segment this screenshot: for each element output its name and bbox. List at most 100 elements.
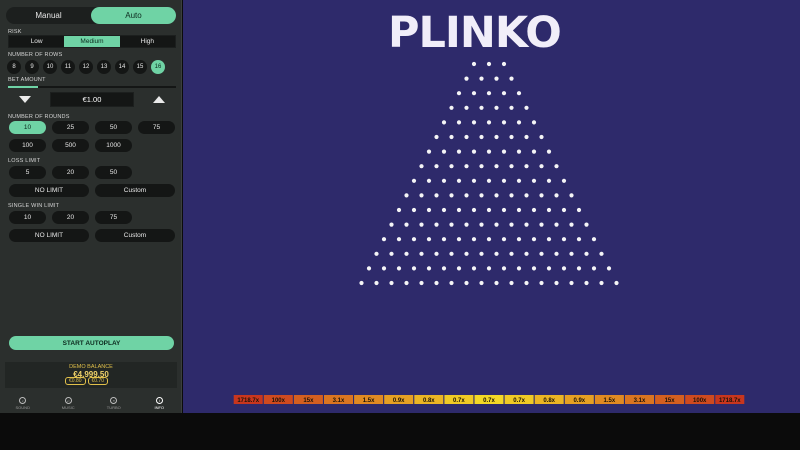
peg <box>434 134 439 140</box>
peg <box>509 222 514 227</box>
plinko-board: 1718.7x 100x 15x 3.1x 1.5x 0.9x 0.8x 0.7x 0.7x 0.… <box>233 61 745 404</box>
multiplier-slot: 0.9x <box>564 395 594 404</box>
multiplier-label: 100x <box>272 398 286 404</box>
peg <box>546 266 552 271</box>
rounds-label: NUMBER OF ROUNDS <box>8 114 70 120</box>
peg <box>411 178 417 183</box>
rounds-option[interactable]: 1000 <box>95 139 132 152</box>
peg <box>456 207 462 213</box>
peg <box>569 222 574 227</box>
settings-sidebar: Manual Auto RISK Low Medium High NUMBER … <box>0 0 182 413</box>
multiplier-slot: 15x <box>293 395 323 404</box>
loss-limit-option[interactable]: 20 <box>52 166 89 179</box>
peg <box>389 222 394 227</box>
peg <box>486 91 492 96</box>
increase-bet-icon[interactable] <box>153 96 165 103</box>
rounds-option-selected[interactable]: 10 <box>9 121 46 134</box>
multiplier-label: 3.1x <box>333 398 345 404</box>
peg <box>561 207 567 213</box>
peg <box>531 120 537 125</box>
multiplier-label: 15x <box>303 398 314 404</box>
footer-toolbar: ♪ SOUND ♫ MUSIC » TURBO i INFO <box>0 393 182 413</box>
loss-no-limit-button[interactable]: NO LIMIT <box>9 184 89 197</box>
bet-amount-field[interactable]: €1.00 <box>50 92 134 107</box>
peg <box>584 251 589 256</box>
peg <box>441 149 447 154</box>
peg <box>614 280 619 286</box>
peg <box>449 134 454 140</box>
loss-limit-option[interactable]: 50 <box>95 166 132 179</box>
rows-option[interactable]: 12 <box>79 60 93 74</box>
peg <box>389 251 394 256</box>
peg <box>464 105 469 110</box>
start-autoplay-button[interactable]: START AUTOPLAY <box>9 336 174 350</box>
rows-option[interactable]: 9 <box>25 60 39 74</box>
peg <box>464 251 469 256</box>
peg <box>456 149 462 154</box>
rounds-option[interactable]: 100 <box>9 139 46 152</box>
peg <box>501 266 507 271</box>
peg <box>494 280 499 286</box>
peg <box>509 76 514 81</box>
risk-high-button[interactable]: High <box>120 36 175 47</box>
multiplier-label: 0.9x <box>573 398 585 404</box>
tab-manual[interactable]: Manual <box>6 7 91 24</box>
peg <box>471 207 477 213</box>
win-no-limit-button[interactable]: NO LIMIT <box>9 229 89 242</box>
peg <box>539 280 544 286</box>
rounds-option[interactable]: 500 <box>52 139 89 152</box>
peg <box>584 222 589 227</box>
turbo-label: TURBO <box>106 404 121 410</box>
rows-option[interactable]: 8 <box>7 60 21 74</box>
multiplier-label: 0.7x <box>453 398 465 404</box>
multiplier-slot: 0.8x <box>534 395 564 404</box>
loss-limit-option[interactable]: 5 <box>9 166 46 179</box>
game-logo: PLINKO <box>388 8 562 58</box>
risk-medium-button[interactable]: Medium <box>64 36 120 47</box>
peg <box>539 222 544 227</box>
sound-button[interactable]: ♪ SOUND <box>0 393 46 413</box>
peg <box>501 178 507 183</box>
peg <box>471 149 477 154</box>
rows-option[interactable]: 15 <box>133 60 147 74</box>
info-button[interactable]: i INFO <box>137 393 183 413</box>
win-limit-option[interactable]: 20 <box>52 211 89 224</box>
music-button[interactable]: ♫ MUSIC <box>46 393 92 413</box>
win-custom-button[interactable]: Custom <box>95 229 175 242</box>
peg <box>501 91 507 96</box>
multiplier-slot: 1.5x <box>354 395 384 404</box>
peg <box>426 237 432 242</box>
bet-slider[interactable] <box>8 86 176 88</box>
rows-option[interactable]: 10 <box>43 60 57 74</box>
music-icon: ♫ <box>64 396 72 404</box>
rows-option-selected[interactable]: 16 <box>151 60 165 74</box>
peg <box>531 237 537 242</box>
rounds-option[interactable]: 75 <box>138 121 175 134</box>
multiplier-label: 15x <box>665 398 676 404</box>
risk-low-button[interactable]: Low <box>9 36 64 47</box>
peg <box>471 237 477 242</box>
rounds-option[interactable]: 50 <box>95 121 132 134</box>
win-limit-option[interactable]: 10 <box>9 211 46 224</box>
decrease-bet-icon[interactable] <box>19 96 31 103</box>
peg <box>516 207 522 213</box>
peg <box>419 251 424 256</box>
tab-auto[interactable]: Auto <box>91 7 176 24</box>
loss-custom-button[interactable]: Custom <box>95 184 175 197</box>
sound-icon: ♪ <box>19 396 27 404</box>
win-limit-option[interactable]: 75 <box>95 211 132 224</box>
rows-label: NUMBER OF ROWS <box>8 52 63 58</box>
peg <box>441 178 447 183</box>
peg <box>366 266 372 271</box>
peg <box>576 237 582 242</box>
rows-option[interactable]: 11 <box>61 60 75 74</box>
rows-selector: 8 9 10 11 12 13 14 15 16 <box>7 60 165 74</box>
rounds-option[interactable]: 25 <box>52 121 89 134</box>
turbo-button[interactable]: » TURBO <box>91 393 137 413</box>
rows-option[interactable]: 14 <box>115 60 129 74</box>
music-label: MUSIC <box>61 404 75 410</box>
rows-option[interactable]: 13 <box>97 60 111 74</box>
multiplier-label: 1.5x <box>363 398 375 404</box>
peg <box>486 178 492 183</box>
peg <box>404 251 409 256</box>
